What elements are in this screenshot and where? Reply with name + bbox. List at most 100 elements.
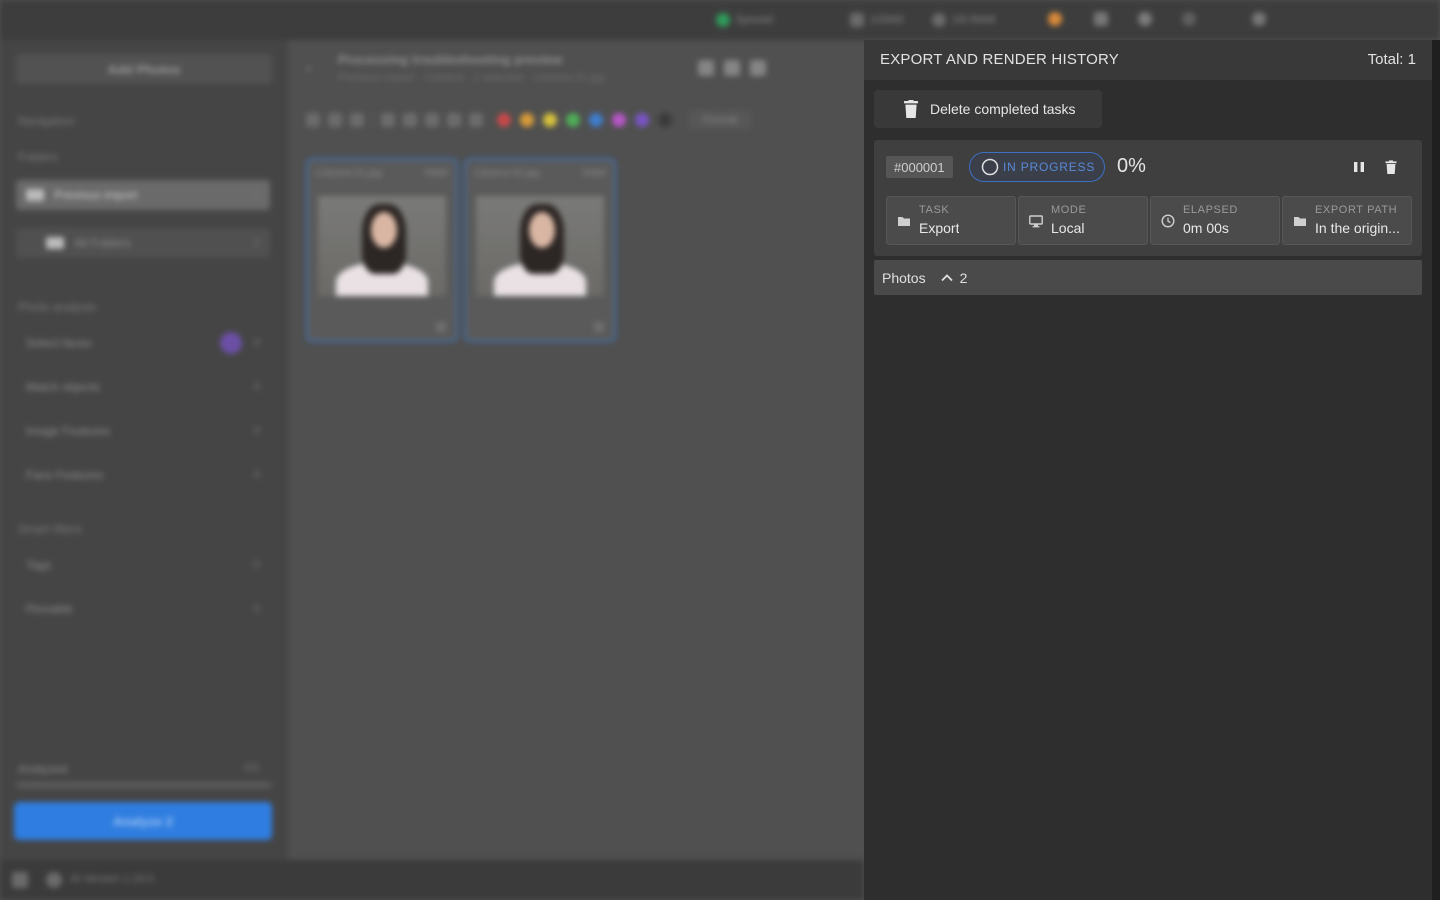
edit-icon[interactable] xyxy=(594,322,604,332)
folder-open-icon[interactable] xyxy=(1094,12,1108,26)
sidebar-item-count: 0 xyxy=(253,559,260,571)
tile-label: MODE xyxy=(1051,204,1087,216)
list-view-icon[interactable] xyxy=(724,60,740,76)
help-icon[interactable] xyxy=(1182,12,1196,26)
tile-value: Export xyxy=(919,220,960,236)
sidebar-item-count: 0 xyxy=(253,469,260,481)
photos-toggle[interactable]: Photos 2 xyxy=(874,260,1422,295)
panel-toggle-icon[interactable] xyxy=(12,872,28,888)
status-bar: AI Version 1.19.0 xyxy=(0,860,864,900)
filter-toolbar: Format xyxy=(306,110,752,130)
folder-icon xyxy=(898,217,910,226)
sidebar-item-tags[interactable]: Tags 0 xyxy=(16,550,270,580)
analyze-button[interactable]: Analyze 2 xyxy=(14,802,272,840)
star-icon[interactable] xyxy=(381,113,395,127)
star-icon[interactable] xyxy=(469,113,483,127)
color-label-dot[interactable] xyxy=(566,113,580,127)
tile-value: Local xyxy=(1051,220,1085,236)
task-card: #000001 IN PROGRESS 0% TASK Export MODE … xyxy=(874,140,1422,256)
top-bar: Synced 1/2000 1/6 RAW xyxy=(0,0,1440,40)
photo-card[interactable]: Camera 01.jpg RAW xyxy=(306,158,458,342)
compare-view-icon[interactable] xyxy=(750,60,766,76)
photos-count: 2 xyxy=(959,269,968,286)
sidebar-item-count: 0 xyxy=(253,425,260,437)
panel-scrollbar[interactable] xyxy=(1432,40,1440,900)
version-label: AI Version 1.19.0 xyxy=(70,873,154,885)
main-content: ‹ Processing troubleshooting preview Pre… xyxy=(288,40,864,860)
photos-label: Photos xyxy=(882,269,926,286)
pause-icon[interactable] xyxy=(1352,160,1366,174)
divider xyxy=(372,112,373,128)
raw-counter-label: 1/6 RAW xyxy=(952,14,996,26)
pen-icon xyxy=(850,13,864,27)
color-label-dot[interactable] xyxy=(658,113,672,127)
task-export-path-tile: EXPORT PATH In the origin... xyxy=(1282,196,1412,245)
status-badge: IN PROGRESS xyxy=(969,152,1105,182)
delete-completed-button[interactable]: Delete completed tasks xyxy=(874,90,1102,128)
grid-view-icon[interactable] xyxy=(698,60,714,76)
sidebar-item-label: Tags xyxy=(26,558,52,572)
sidebar-item-label: Image Features xyxy=(26,424,111,438)
folder-icon xyxy=(1294,217,1306,226)
sidebar-item-previous-import[interactable]: Previous import 2 xyxy=(16,180,270,210)
add-photos-button[interactable]: Add Photos xyxy=(16,54,272,84)
search-icon[interactable] xyxy=(1138,12,1152,26)
reject-icon[interactable] xyxy=(306,113,320,127)
account-icon[interactable] xyxy=(1252,12,1266,26)
sidebar-item-count: 0 xyxy=(253,337,260,349)
star-icon[interactable] xyxy=(447,113,461,127)
sidebar-item-pinnable[interactable]: Pinnable 0 xyxy=(16,594,270,624)
sidebar-item-image-features[interactable]: Image Features 0 xyxy=(16,416,270,446)
tile-value: 0m 00s xyxy=(1183,220,1229,236)
sidebar-item-label: Pinnable xyxy=(26,602,73,616)
photo-card[interactable]: Camera 02.jpg RAW xyxy=(464,158,616,342)
gear-icon xyxy=(932,13,946,27)
sidebar-item-label: Face Features xyxy=(26,468,104,482)
sync-status-icon xyxy=(716,13,730,27)
pick-icon[interactable] xyxy=(328,113,342,127)
task-type-tile: TASK Export xyxy=(886,196,1016,245)
ai-icon xyxy=(46,872,62,888)
photo-thumbnail xyxy=(318,196,446,296)
folder-icon xyxy=(26,189,44,201)
color-label-dot[interactable] xyxy=(589,113,603,127)
sidebar-item-count: 2 xyxy=(253,237,260,249)
photo-analysis-header: Photo analysis xyxy=(18,300,97,314)
sidebar-item-label: Match objects xyxy=(26,380,101,394)
edit-icon[interactable] xyxy=(436,322,446,332)
delete-task-icon[interactable] xyxy=(1384,160,1398,174)
chevron-up-icon xyxy=(940,273,953,281)
sidebar-item-face-features[interactable]: Face Features 0 xyxy=(16,460,270,490)
notification-icon[interactable] xyxy=(1048,12,1062,26)
star-icon[interactable] xyxy=(425,113,439,127)
format-filter[interactable]: Format xyxy=(688,110,752,130)
sidebar-item-label: Select faces xyxy=(26,336,92,350)
color-label-dot[interactable] xyxy=(612,113,626,127)
total-count: Total: 1 xyxy=(1367,51,1416,68)
tile-value: In the origin... xyxy=(1315,220,1400,236)
sidebar-item-select-faces[interactable]: Select faces 0 xyxy=(16,328,270,358)
star-icon[interactable] xyxy=(403,113,417,127)
color-label-dot[interactable] xyxy=(520,113,534,127)
photo-format-tag: RAW xyxy=(583,168,606,179)
analysis-progress-label: Analyzed xyxy=(18,762,68,776)
tile-label: TASK xyxy=(919,204,950,216)
sidebar-item-all-folders[interactable]: All Folders 2 xyxy=(16,228,270,258)
status-label: IN PROGRESS xyxy=(1003,160,1096,174)
color-label-dot[interactable] xyxy=(635,113,649,127)
sidebar-item-match-objects[interactable]: Match objects 0 xyxy=(16,372,270,402)
back-arrow-icon[interactable]: ‹ xyxy=(306,60,311,78)
raw-counter: 1/6 RAW xyxy=(932,12,996,28)
sidebar-item-label: All Folders xyxy=(74,236,131,250)
color-label-filter xyxy=(497,113,672,127)
monitor-icon xyxy=(1029,215,1043,228)
delete-completed-label: Delete completed tasks xyxy=(930,101,1076,117)
photo-thumbnail xyxy=(476,196,604,296)
color-label-dot[interactable] xyxy=(543,113,557,127)
flag-icon[interactable] xyxy=(350,113,364,127)
color-label-dot[interactable] xyxy=(497,113,511,127)
sidebar-item-count: 2 xyxy=(253,189,260,201)
progress-percent: 0% xyxy=(1117,155,1146,177)
export-history-panel: EXPORT AND RENDER HISTORY Total: 1 Delet… xyxy=(864,40,1432,900)
panel-title: EXPORT AND RENDER HISTORY xyxy=(880,51,1119,68)
